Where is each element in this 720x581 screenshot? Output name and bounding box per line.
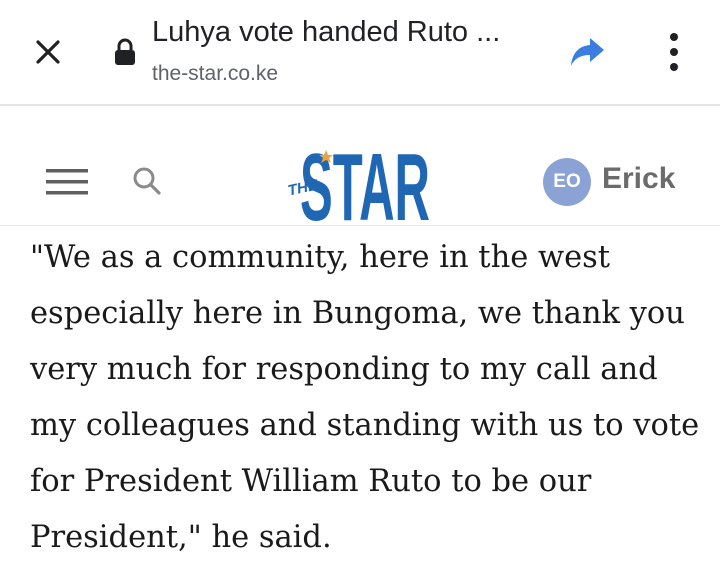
article-paragraph: "We as a community, here in the west esp… bbox=[30, 240, 700, 555]
lock-icon bbox=[112, 37, 138, 67]
site-logo[interactable]: THE STAR bbox=[286, 132, 432, 224]
close-icon[interactable] bbox=[30, 34, 66, 70]
logo-star-text: STAR bbox=[300, 134, 430, 224]
avatar[interactable]: EO bbox=[543, 158, 591, 206]
browser-toolbar: Luhya vote handed Ruto ... the-star.co.k… bbox=[0, 0, 720, 106]
search-icon[interactable] bbox=[132, 166, 162, 196]
page-title[interactable]: Luhya vote handed Ruto ... bbox=[152, 16, 500, 49]
user-name[interactable]: Erick bbox=[602, 162, 675, 196]
page-url[interactable]: the-star.co.ke bbox=[152, 62, 278, 86]
more-vert-icon[interactable] bbox=[656, 28, 692, 76]
hamburger-menu-icon[interactable] bbox=[46, 168, 90, 196]
site-header: THE STAR EO Erick bbox=[0, 106, 720, 226]
share-icon[interactable] bbox=[566, 30, 610, 74]
